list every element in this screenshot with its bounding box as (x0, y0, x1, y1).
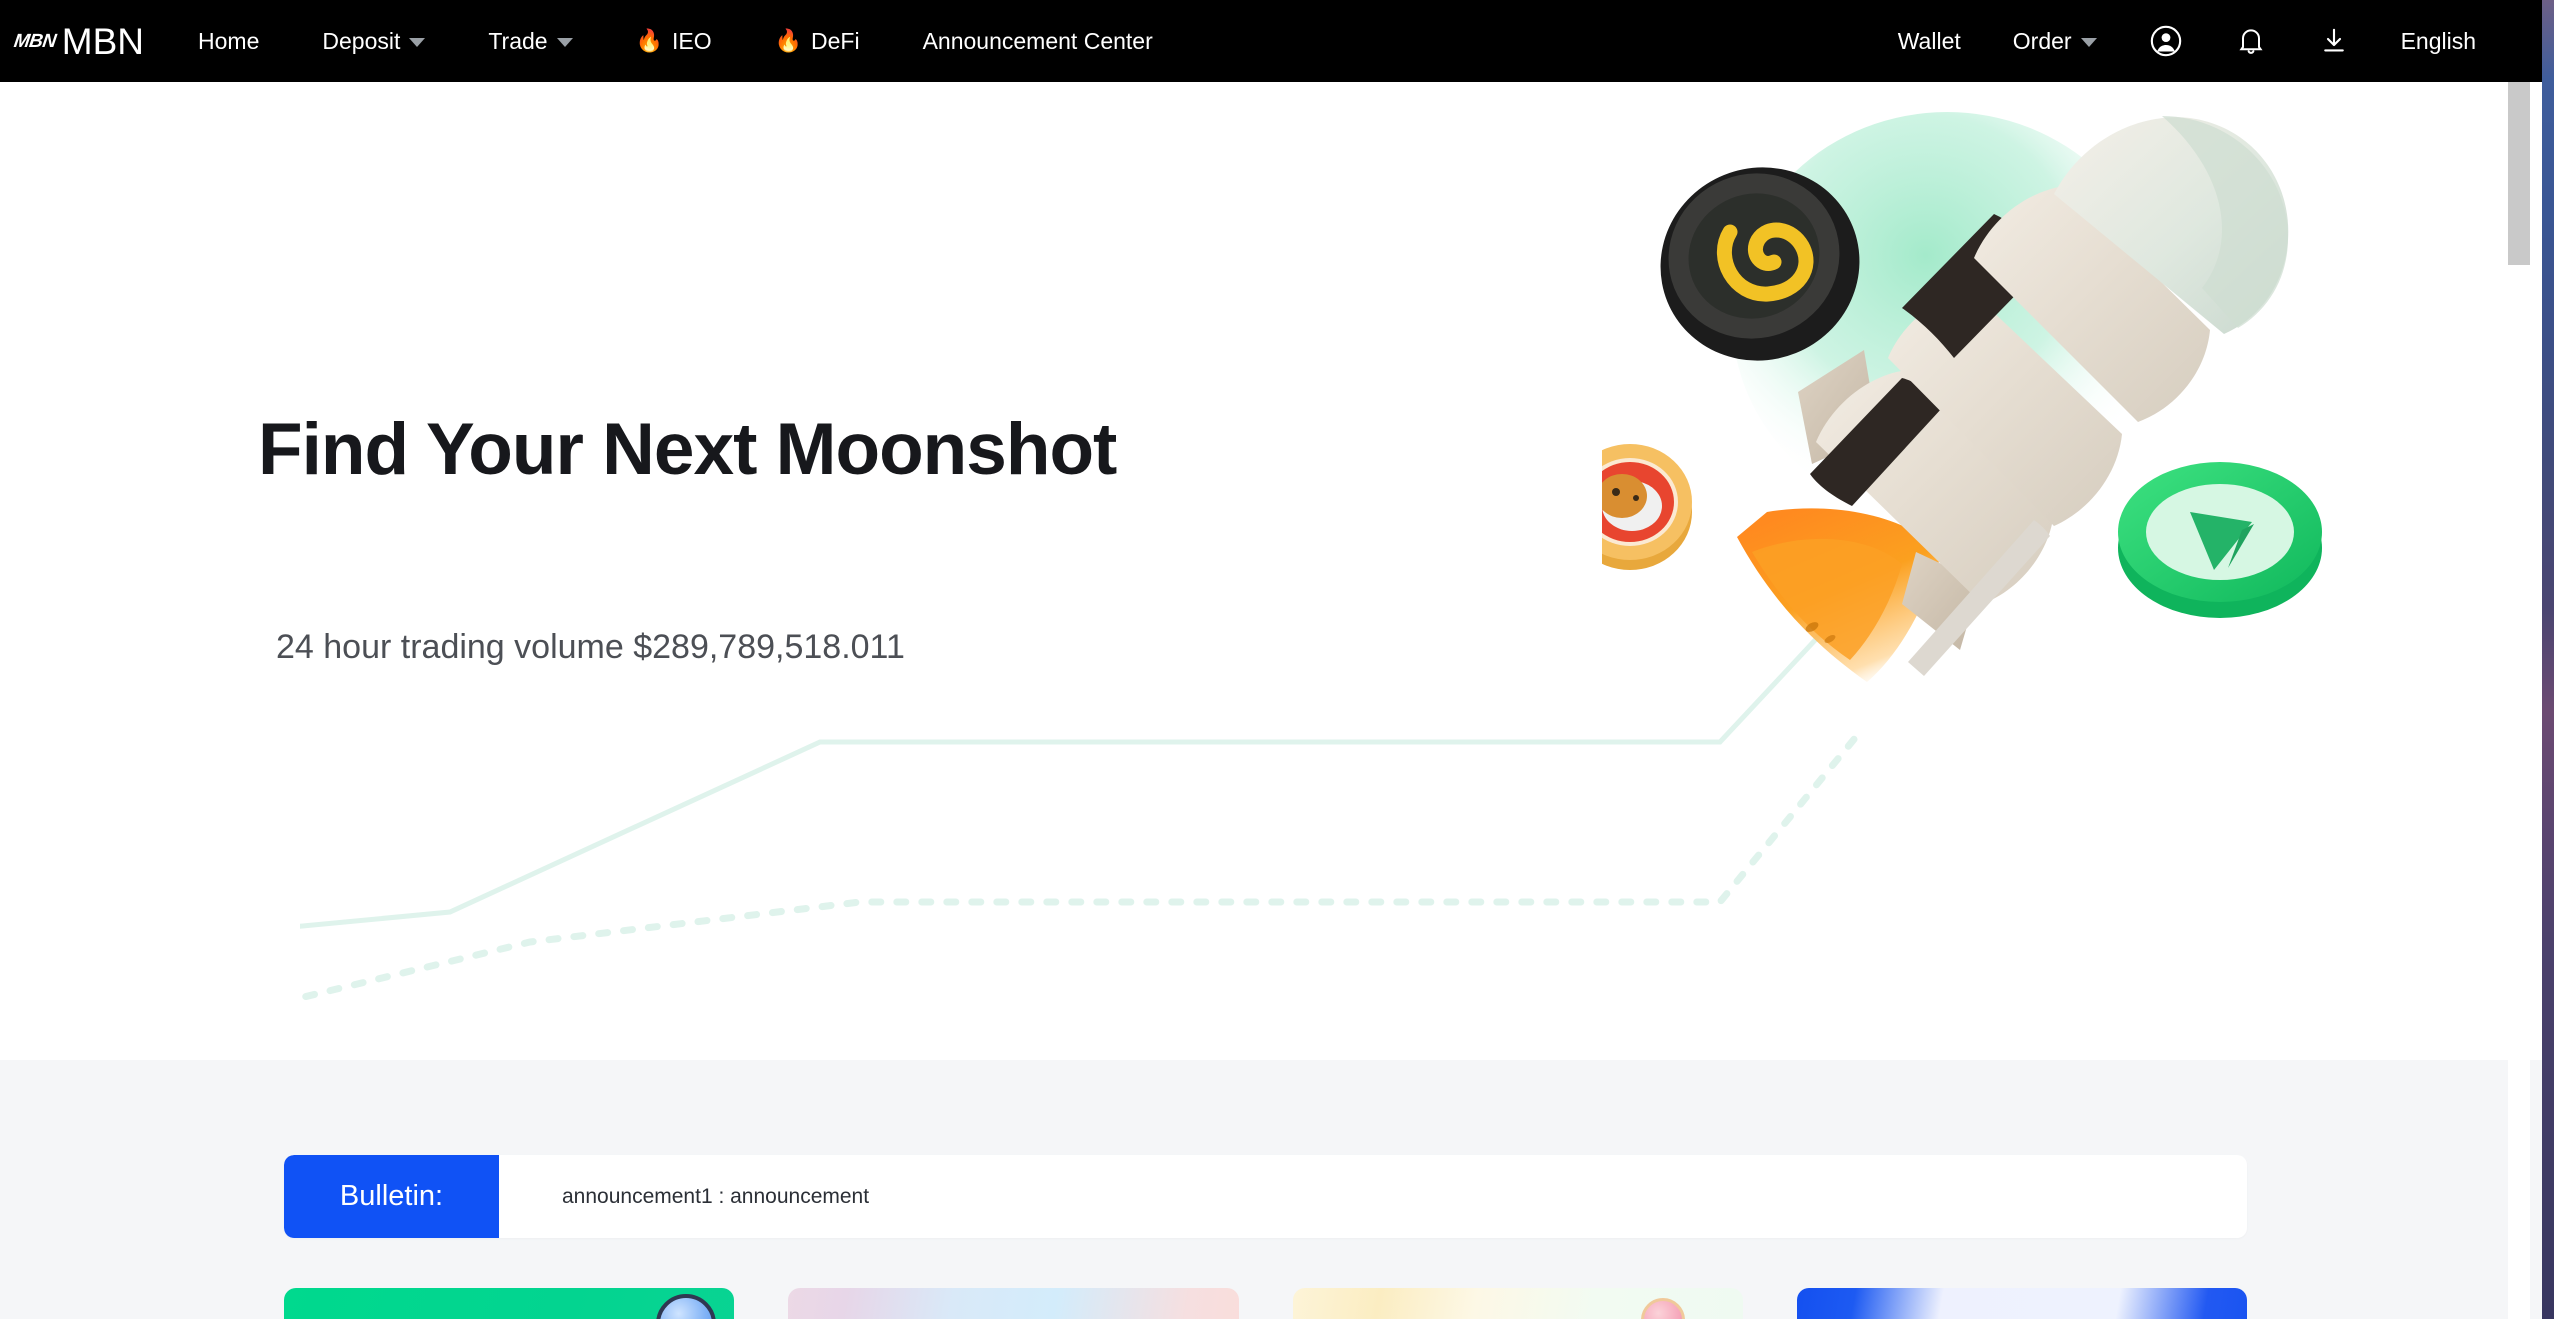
promo-card-3[interactable] (1292, 1288, 1743, 1319)
top-navigation-bar: MBN MBN Home Deposit Trade 🔥 IEO 🔥 DeFi … (0, 0, 2542, 82)
nav-item-deposit[interactable]: Deposit (322, 27, 426, 55)
nav-item-deposit-label: Deposit (322, 27, 401, 54)
desktop-wallpaper-edge (2542, 0, 2554, 1319)
chevron-down-icon (409, 38, 426, 47)
nav-item-wallet-label: Wallet (1897, 27, 1961, 54)
rocket-illustration (1602, 112, 2322, 682)
nav-item-home[interactable]: Home (198, 28, 259, 55)
nav-item-order[interactable]: Order (2013, 28, 2097, 55)
language-selector[interactable]: English (2401, 28, 2476, 55)
blue-coin-icon (656, 1294, 717, 1319)
bulletin-tag[interactable]: Bulletin: (284, 1155, 499, 1238)
mbn-wordmark: MBN (61, 20, 145, 62)
nav-item-defi[interactable]: 🔥 DeFi (775, 28, 860, 55)
promo-card-list (284, 1288, 2247, 1319)
nav-item-defi-label: DeFi (811, 27, 860, 54)
vertical-scrollbar[interactable] (2508, 82, 2530, 1319)
page-title: Find Your Next Moonshot (258, 409, 1117, 490)
nav-item-home-label: Home (198, 27, 260, 54)
promo-card-2[interactable] (788, 1288, 1239, 1319)
fire-icon: 🔥 (635, 28, 663, 53)
chevron-down-icon (556, 38, 573, 47)
nav-item-ieo-label: IEO (672, 27, 712, 54)
promo-card-4[interactable] (1796, 1288, 2247, 1319)
brand-logo[interactable]: MBN MBN (12, 20, 145, 62)
download-app-icon[interactable] (2319, 25, 2349, 57)
notification-bell-icon[interactable] (2235, 24, 2267, 58)
nav-item-ieo[interactable]: 🔥 IEO (636, 28, 712, 55)
bulletin-message[interactable]: announcement1 : announcement (562, 1185, 869, 1209)
screen: Find Your Next Moonshot 24 hour trading … (0, 0, 2554, 1319)
nav-item-order-label: Order (2012, 27, 2072, 54)
nav-right-group: Wallet Order English (1846, 0, 2542, 82)
user-account-icon[interactable] (2149, 24, 2183, 58)
bulletin-bar[interactable]: Bulletin: announcement1 : announcement (284, 1155, 2247, 1238)
pink-coin-icon (1640, 1298, 1685, 1319)
nav-left-group: MBN MBN Home Deposit Trade 🔥 IEO 🔥 DeFi … (0, 23, 1216, 60)
nav-item-trade[interactable]: Trade (488, 27, 573, 55)
nav-item-trade-label: Trade (488, 27, 548, 54)
scrollbar-thumb[interactable] (2508, 82, 2530, 265)
nav-item-wallet[interactable]: Wallet (1898, 28, 1961, 55)
trading-volume-text: 24 hour trading volume $289,789,518.011 (276, 628, 905, 666)
mbn-logo-mark: MBN (12, 30, 58, 52)
chevron-down-icon (2080, 38, 2097, 47)
fire-icon: 🔥 (774, 28, 803, 53)
promo-card-1[interactable] (284, 1288, 735, 1319)
hero-section: Find Your Next Moonshot 24 hour trading … (0, 82, 2542, 1060)
scrollbar-top-cap (2508, 0, 2530, 82)
browser-viewport: Find Your Next Moonshot 24 hour trading … (0, 0, 2542, 1319)
nav-item-announcement-center-label: Announcement Center (922, 27, 1153, 54)
nav-item-announcement-center[interactable]: Announcement Center (923, 28, 1153, 55)
